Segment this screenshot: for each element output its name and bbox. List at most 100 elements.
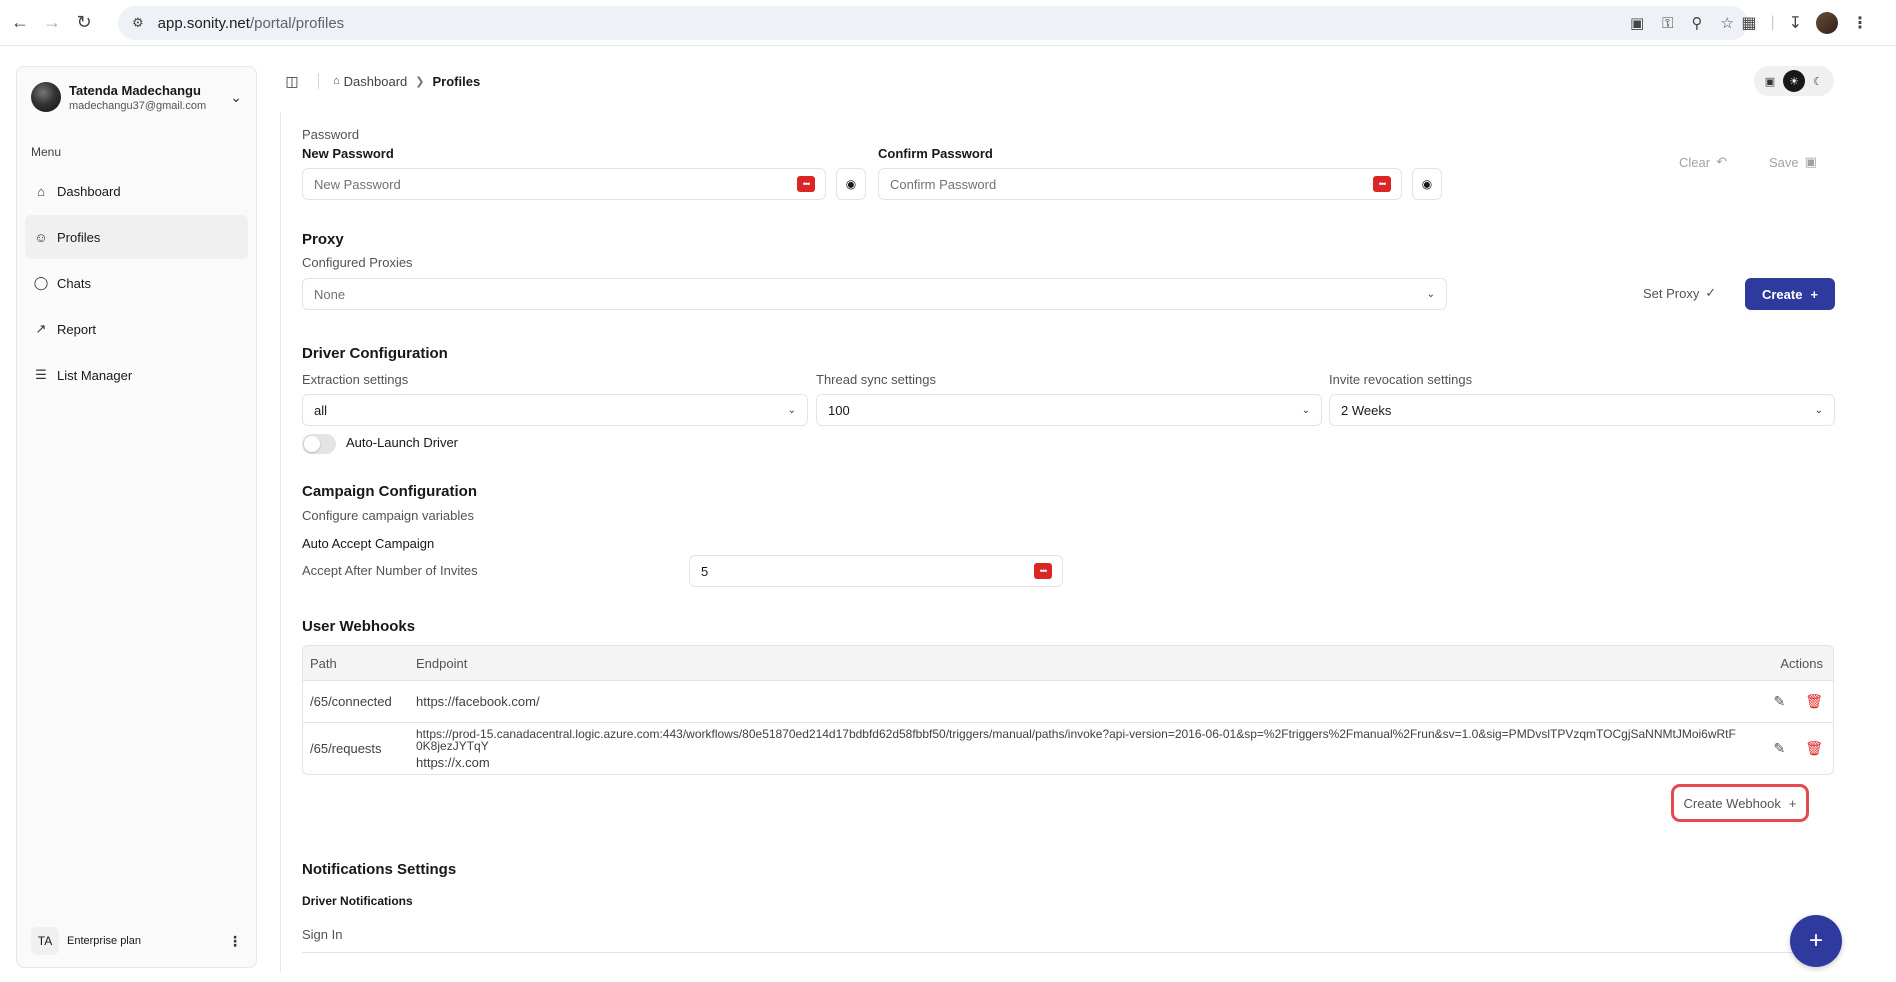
sun-icon[interactable]: ☀ (1783, 70, 1805, 92)
create-webhook-button[interactable]: Create Webhook + (1671, 784, 1809, 822)
monitor-icon[interactable]: ▣ (1759, 70, 1781, 92)
new-password-input[interactable]: New Password ••• (302, 168, 826, 200)
chart-icon: ↗ (35, 321, 47, 336)
notifications-title: Notifications Settings (302, 861, 457, 878)
save-icon: ▣ (1804, 154, 1817, 169)
thread-sync-label: Thread sync settings (816, 372, 936, 387)
download-icon[interactable]: ↧ (1789, 13, 1802, 33)
driver-config-title: Driver Configuration (302, 345, 448, 362)
home-icon: ⌂ (37, 183, 45, 199)
trash-icon[interactable]: 🗑 (1805, 693, 1823, 710)
sidebar-item-label: List Manager (57, 367, 133, 383)
edit-icon[interactable]: ✎ (1773, 693, 1785, 710)
forward-icon[interactable]: → (36, 7, 68, 39)
eye-icon[interactable]: ◉ (1412, 168, 1442, 200)
theme-switcher: ▣ ☀ ☾ (1754, 66, 1834, 96)
sidebar-item-dashboard[interactable]: ⌂ Dashboard (25, 169, 248, 213)
plus-icon: + (1810, 286, 1819, 302)
site-settings-icon[interactable]: ⚙ (132, 15, 144, 31)
confirm-password-input[interactable]: Confirm Password ••• (878, 168, 1402, 200)
webhook-path: /65/requests (310, 741, 382, 756)
chevron-down-icon[interactable]: ⌄ (230, 89, 242, 106)
password-manager-icon[interactable]: ••• (797, 176, 815, 192)
extraction-select[interactable]: all ⌄ (302, 394, 808, 426)
sidebar-toggle-icon[interactable]: ◫ (280, 69, 304, 93)
trash-icon[interactable]: 🗑 (1805, 740, 1823, 757)
add-floating-button[interactable]: + (1790, 915, 1842, 967)
sidebar-item-label: Dashboard (57, 183, 121, 199)
plan-badge: TA (31, 927, 59, 955)
column-path: Path (310, 655, 337, 671)
confirm-password-label: Confirm Password (878, 146, 993, 161)
users-icon: ☺ (34, 229, 48, 245)
plus-icon: + (1788, 795, 1797, 811)
password-manager-icon[interactable]: ••• (1034, 563, 1052, 579)
sidebar-item-list-manager[interactable]: ☰ List Manager (25, 353, 248, 397)
chat-icon: ◯ (33, 275, 49, 290)
back-icon[interactable]: ← (4, 7, 36, 39)
extraction-settings-label: Extraction settings (302, 372, 409, 387)
menu-icon[interactable]: ⋮ (1852, 13, 1868, 33)
user-name: Tatenda Madechangu (69, 82, 201, 98)
extensions-icon[interactable]: ▦ (1741, 13, 1756, 33)
avatar (31, 82, 61, 112)
sign-in-label: Sign In (302, 927, 343, 942)
table-header: Path Endpoint Actions (303, 646, 1833, 680)
sidebar-item-chats[interactable]: ◯ Chats (25, 261, 248, 305)
reload-icon[interactable]: ↻ (68, 7, 100, 39)
campaign-config-title: Campaign Configuration (302, 483, 477, 500)
table-row: /65/requests https://prod-15.canadacentr… (303, 722, 1833, 774)
edit-icon[interactable]: ✎ (1773, 740, 1785, 757)
sidebar-item-label: Chats (57, 275, 91, 291)
page-header: ◫ ⌂ Dashboard ❯ Profiles ▣ ☀ ☾ (270, 58, 1880, 104)
moon-icon[interactable]: ☾ (1807, 70, 1829, 92)
plus-icon: + (1808, 927, 1823, 954)
set-proxy-button[interactable]: Set Proxy ✓ (1643, 285, 1716, 301)
password-manager-icon[interactable]: ••• (1373, 176, 1391, 192)
user-switcher[interactable]: Tatenda Madechangu madechangu37@gmail.co… (17, 67, 256, 127)
sidebar-item-report[interactable]: ↗ Report (25, 307, 248, 351)
accept-after-label: Accept After Number of Invites (302, 563, 478, 578)
save-button[interactable]: Save ▣ (1769, 154, 1817, 170)
password-section-label: Password (302, 127, 360, 142)
column-endpoint: Endpoint (416, 655, 468, 671)
undo-icon: ↶ (1716, 154, 1727, 169)
campaign-subtitle: Configure campaign variables (302, 508, 474, 523)
configured-proxies-label: Configured Proxies (302, 255, 413, 270)
invite-revocation-select[interactable]: 2 Weeks ⌄ (1329, 394, 1835, 426)
proxy-title: Proxy (302, 231, 344, 248)
sidebar: Tatenda Madechangu madechangu37@gmail.co… (16, 66, 257, 968)
clear-button[interactable]: Clear ↶ (1679, 154, 1727, 170)
divider (302, 952, 1834, 953)
star-icon[interactable]: ☆ (1721, 14, 1734, 32)
address-bar[interactable]: ⚙ app.sonity.net/portal/profiles ▣ ⚿ ⚲ ☆ (118, 6, 1748, 40)
key-icon[interactable]: ⚿ (1662, 15, 1673, 32)
chevron-down-icon: ⌄ (1426, 288, 1435, 300)
breadcrumb-dashboard[interactable]: Dashboard (344, 74, 408, 89)
chevron-down-icon: ⌄ (787, 404, 796, 416)
auto-launch-label: Auto-Launch Driver (346, 435, 458, 450)
driver-notifications-label: Driver Notifications (302, 894, 413, 908)
table-row: /65/connected https://facebook.com/ ✎ 🗑 (303, 680, 1833, 722)
kebab-icon[interactable]: ⋮ (228, 933, 242, 950)
accept-after-input[interactable]: 5 ••• (689, 555, 1063, 587)
thread-sync-select[interactable]: 100 ⌄ (816, 394, 1322, 426)
sidebar-item-label: Profiles (57, 229, 101, 245)
plan-footer[interactable]: TA Enterprise plan ⋮ (17, 915, 256, 967)
install-app-icon[interactable]: ▣ (1630, 14, 1644, 32)
chevron-right-icon: ❯ (415, 75, 425, 88)
eye-icon[interactable]: ◉ (836, 168, 866, 200)
proxy-select[interactable]: None ⌄ (302, 278, 1447, 310)
sidebar-item-profiles[interactable]: ☺ Profiles (25, 215, 248, 259)
webhook-endpoint: https://facebook.com/ (416, 694, 540, 709)
profile-avatar-icon[interactable] (1816, 12, 1838, 34)
webhook-path: /65/connected (310, 694, 392, 709)
breadcrumb: ⌂ Dashboard ❯ Profiles (333, 74, 480, 89)
breadcrumb-current: Profiles (432, 73, 481, 89)
auto-launch-toggle[interactable] (302, 434, 336, 454)
zoom-icon[interactable]: ⚲ (1692, 14, 1703, 32)
check-icon: ✓ (1705, 285, 1717, 300)
create-proxy-button[interactable]: Create + (1745, 278, 1835, 310)
plan-name: Enterprise plan (67, 935, 141, 947)
webhook-endpoint-secondary: https://x.com (416, 754, 490, 770)
